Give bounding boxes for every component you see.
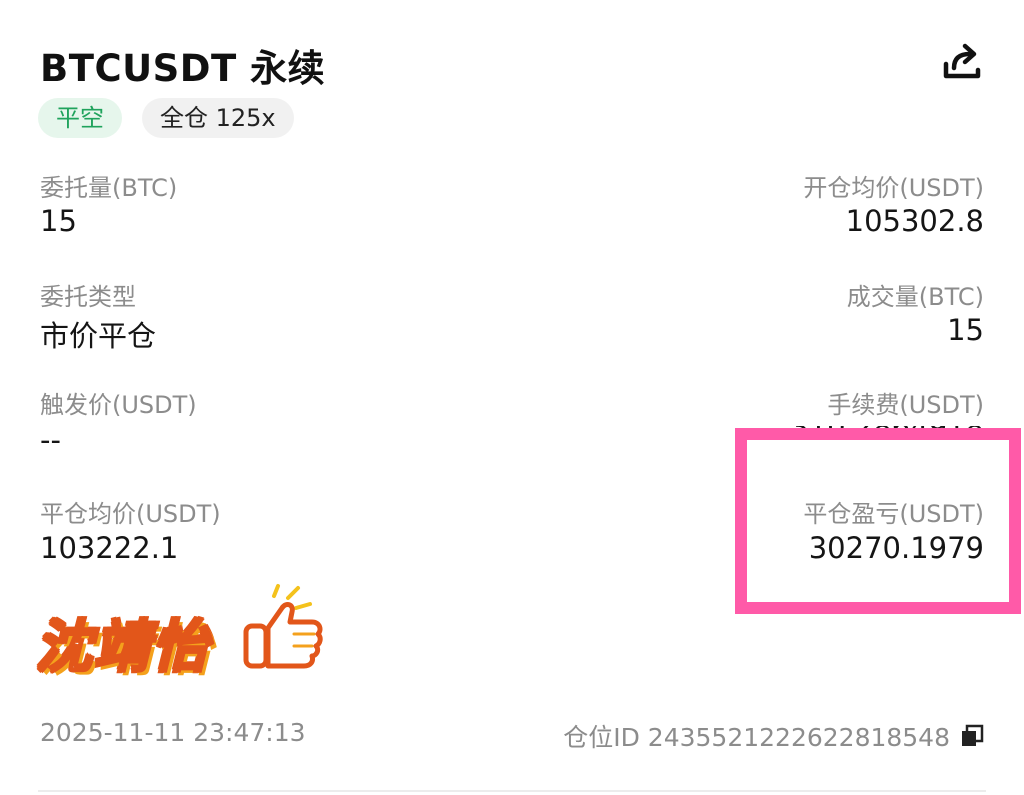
close-pnl-label: 平仓盈亏(USDT) [803, 500, 984, 528]
order-type-value: 市价平仓 [40, 319, 157, 353]
close-pnl-value: 30270.1979 [808, 531, 984, 565]
position-id: 仓位ID 2435521222622818548 [563, 718, 984, 754]
fee-value: 310.2864918 [790, 426, 984, 444]
page-title: BTCUSDT 永续 [40, 47, 326, 90]
open-avg-price-label: 开仓均价(USDT) [803, 174, 984, 202]
filled-qty-label: 成交量(BTC) [846, 283, 984, 311]
trigger-price-value: -- [40, 423, 61, 457]
order-timestamp: 2025-11-11 23:47:13 [40, 718, 306, 747]
position-id-text: 仓位ID 2435521222622818548 [563, 723, 950, 752]
order-type-label: 委托类型 [40, 283, 136, 311]
close-avg-price-label: 平仓均价(USDT) [40, 500, 221, 528]
open-avg-price-value: 105302.8 [845, 204, 984, 238]
thumbs-up-icon [243, 584, 323, 669]
copy-icon[interactable] [960, 724, 984, 748]
trigger-price-label: 触发价(USDT) [40, 391, 197, 419]
divider [38, 790, 986, 792]
order-qty-value: 15 [40, 204, 77, 238]
share-icon [943, 43, 981, 79]
name-sticker: 沈靖怡 [28, 582, 328, 682]
fee-label: 手续费(USDT) [827, 391, 984, 419]
margin-leverage-badge: 全仓 125x [142, 98, 294, 138]
share-button[interactable] [938, 38, 986, 86]
filled-qty-value: 15 [947, 313, 984, 347]
close-avg-price-value: 103222.1 [40, 531, 179, 565]
fee-value-container: 310.2864918 [790, 426, 984, 454]
order-qty-label: 委托量(BTC) [40, 174, 178, 202]
sticker-name-text: 沈靖怡 [35, 614, 210, 682]
side-badge: 平空 [38, 98, 122, 138]
